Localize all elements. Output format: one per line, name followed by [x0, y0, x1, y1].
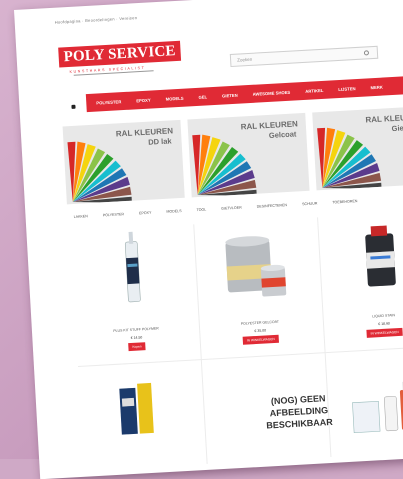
- nav-item[interactable]: ARTIKEL: [305, 87, 323, 93]
- sealant-tube-image[interactable]: [70, 224, 195, 326]
- category-link[interactable]: TOOL: [196, 208, 206, 213]
- menu-bullet-icon: [71, 104, 76, 109]
- printed-webpage: Hoofdpagina · Beoordelingen · Vereisen P…: [14, 0, 403, 479]
- category-link[interactable]: TOEBEHOREN: [332, 199, 357, 204]
- banner-title: RAL KLEUREN: [365, 112, 403, 125]
- ral-banner-row: RAL KLEUREN DD lak RAL KLEUREN Gelcoat R…: [62, 105, 403, 205]
- bottle-set-image[interactable]: [347, 377, 403, 441]
- category-link[interactable]: GIETVLOER: [221, 206, 242, 211]
- product-name: LIQUID STAIN: [372, 313, 396, 319]
- add-to-cart-button[interactable]: Kopen: [128, 342, 146, 352]
- nav-item[interactable]: MERK: [370, 84, 383, 90]
- main-nav: POLYESTER EPOXY MODELS GEL GIETEN AWESOM…: [85, 74, 403, 113]
- nav-item[interactable]: AWESOME SHOES: [252, 89, 290, 96]
- nav-item[interactable]: POLYESTER: [96, 99, 121, 105]
- no-image-placeholder: (NOG) GEEN AFBEELDING BESCHIKBAAR: [248, 391, 350, 433]
- site-logo[interactable]: POLY SERVICE: [58, 40, 182, 68]
- paint-tin-image[interactable]: [194, 218, 319, 320]
- category-link[interactable]: EPOXY: [139, 211, 152, 216]
- top-links: Hoofdpagina · Beoordelingen · Vereisen: [54, 15, 138, 25]
- banner-subtitle: Gelcoat: [268, 129, 297, 140]
- category-link[interactable]: SCHUUR: [302, 201, 318, 206]
- product-card[interactable]: PLUS KIT STUFF POLYMER € 14,50 Kopen: [70, 224, 197, 360]
- category-row: LAKKEN POLYESTER EPOXY MODELS TOOL GIETV…: [74, 199, 358, 219]
- ral-banner[interactable]: RAL KLEUREN Gelcoat: [187, 112, 310, 198]
- add-to-cart-button[interactable]: IN WINKELWAGEN: [366, 327, 403, 338]
- banner-subtitle: DD lak: [147, 136, 172, 147]
- search-input[interactable]: Zoeken: [229, 45, 379, 68]
- nav-item[interactable]: EPOXY: [136, 97, 151, 103]
- category-link[interactable]: LAKKEN: [74, 214, 88, 219]
- search-icon[interactable]: [363, 50, 370, 56]
- product-grid: PLUS KIT STUFF POLYMER € 14,50 Kopen POL…: [70, 211, 403, 471]
- tube-pack-image[interactable]: [109, 376, 172, 439]
- nav-item[interactable]: GEL: [198, 94, 207, 99]
- product-card[interactable]: LIQUID STAIN € 18,90 IN WINKELWAGEN: [318, 211, 403, 347]
- nav-item[interactable]: MODELS: [165, 95, 183, 101]
- ral-banner[interactable]: RAL KLEUREN DD lak: [62, 119, 185, 205]
- add-to-cart-button[interactable]: IN WINKELWAGEN: [242, 334, 279, 345]
- product-card[interactable]: POLYESTER GELCOAT € 35,00 IN WINKELWAGEN: [194, 218, 321, 354]
- category-link[interactable]: MODELS: [166, 209, 181, 214]
- banner-subtitle: Gietvloe: [391, 122, 403, 134]
- nav-item[interactable]: GIETEN: [222, 92, 238, 98]
- category-link[interactable]: POLYESTER: [103, 212, 125, 217]
- category-link[interactable]: DESINFECTEREN: [257, 203, 288, 209]
- ral-banner[interactable]: RAL KLEUREN Gietvloe: [312, 105, 403, 191]
- liquid-can-image[interactable]: [318, 211, 403, 313]
- search-placeholder: Zoeken: [237, 56, 253, 63]
- nav-item[interactable]: LIJSTEN: [338, 86, 355, 92]
